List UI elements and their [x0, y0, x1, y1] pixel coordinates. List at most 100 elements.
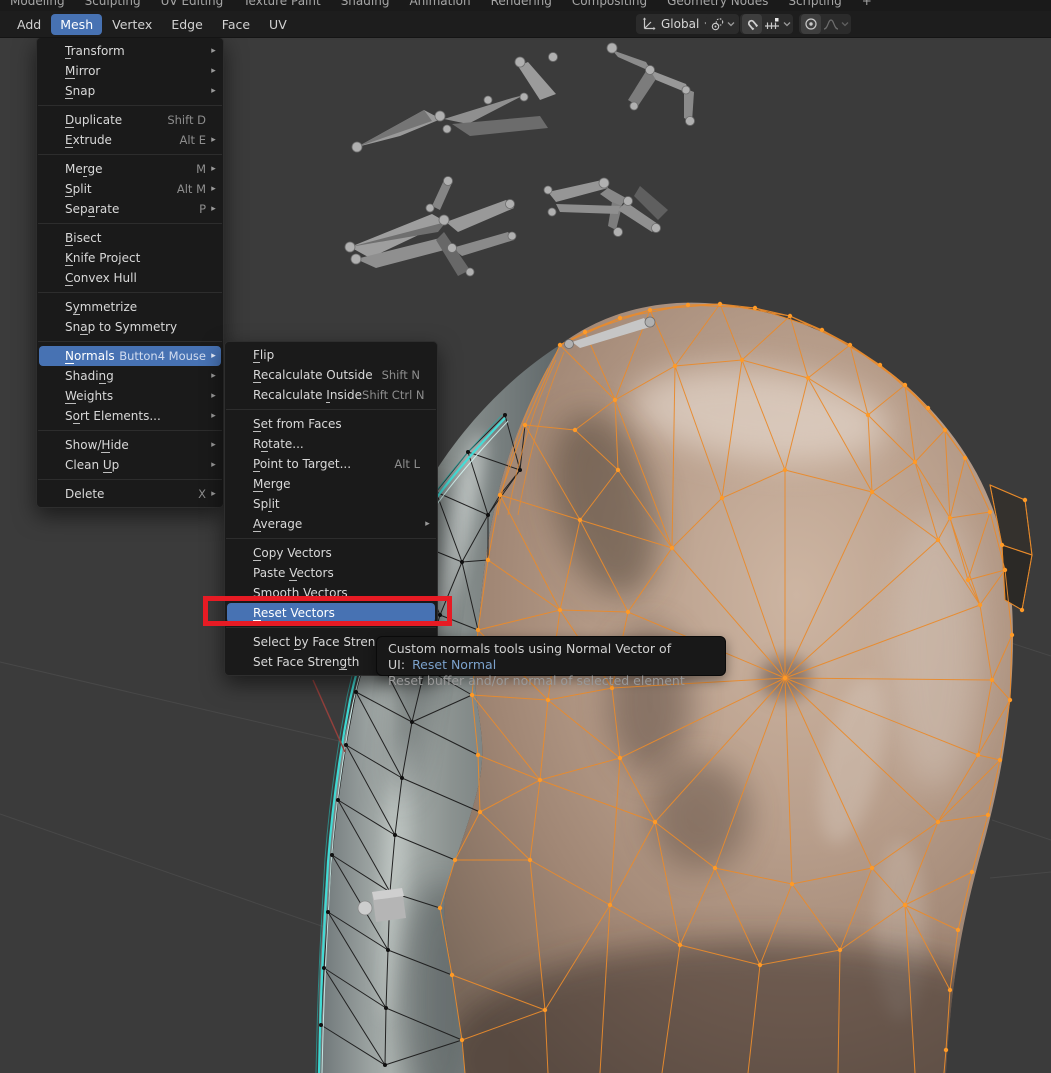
menu-item-label: Split: [65, 182, 92, 196]
menu-item-label: Weights: [65, 389, 113, 403]
viewport-header: AddMeshVertexEdgeFaceUV Global: [0, 11, 1051, 38]
header-menu-mesh[interactable]: Mesh: [51, 14, 102, 35]
submenu-arrow-icon: ▸: [206, 351, 221, 361]
menu-item-merge[interactable]: Merge: [227, 474, 435, 494]
menu-item-label: Flip: [253, 348, 274, 362]
pivot-point-icon: [710, 17, 725, 32]
menu-item-shading[interactable]: Shading▸: [39, 366, 221, 386]
chevron-down-icon: [841, 21, 849, 27]
menu-separator: [38, 219, 222, 228]
tooltip-description: Reset buffer and/or normal of selected e…: [388, 673, 714, 689]
menu-item-copy-vectors[interactable]: Copy Vectors: [227, 543, 435, 563]
menu-separator: [38, 150, 222, 159]
submenu-arrow-icon: ▸: [206, 164, 221, 174]
menu-item-shortcut: M: [196, 162, 206, 176]
menu-item-symmetrize[interactable]: Symmetrize: [39, 297, 221, 317]
menu-item-snap-to-symmetry[interactable]: Snap to Symmetry: [39, 317, 221, 337]
menu-item-duplicate[interactable]: DuplicateShift D: [39, 110, 221, 130]
menu-item-recalculate-outside[interactable]: Recalculate OutsideShift N: [227, 365, 435, 385]
menu-item-separate[interactable]: SeparateP▸: [39, 199, 221, 219]
menu-item-mirror[interactable]: Mirror▸: [39, 61, 221, 81]
menu-item-label: Bisect: [65, 231, 102, 245]
blender-window: Modeling Sculpting UV Editing Texture Paint…: [0, 0, 1051, 1073]
menu-item-normals[interactable]: NormalsButton4 Mouse▸: [39, 346, 221, 366]
menu-item-split[interactable]: SplitAlt M▸: [39, 179, 221, 199]
menu-item-point-to-target[interactable]: Point to Target... Alt L: [227, 454, 435, 474]
workspace-tab-modeling[interactable]: Modeling: [10, 0, 65, 10]
menu-item-merge[interactable]: MergeM▸: [39, 159, 221, 179]
menu-separator: [226, 534, 436, 543]
proportional-falloff-icon: [823, 17, 839, 31]
menu-separator: [38, 426, 222, 435]
snapping-controls[interactable]: [740, 14, 793, 34]
menu-item-recalculate-inside[interactable]: Recalculate InsideShift Ctrl N: [227, 385, 435, 405]
add-workspace-button[interactable]: +: [862, 0, 872, 10]
header-menu-vertex[interactable]: Vertex: [103, 14, 161, 35]
submenu-arrow-icon: ▸: [206, 411, 221, 421]
menu-item-delete[interactable]: DeleteX▸: [39, 484, 221, 504]
menu-separator: [38, 475, 222, 484]
menu-separator: [38, 337, 222, 346]
menu-item-weights[interactable]: Weights▸: [39, 386, 221, 406]
header-menu-face[interactable]: Face: [213, 14, 259, 35]
workspace-tabs: Modeling Sculpting UV Editing Texture Paint…: [0, 0, 1051, 10]
menu-item-flip[interactable]: Flip: [227, 345, 435, 365]
chevron-down-icon: [783, 21, 791, 27]
snap-toggle[interactable]: [742, 14, 762, 34]
menu-item-label: Select by Face Strength: [253, 635, 395, 649]
workspace-tab-texture-paint[interactable]: Texture Paint: [243, 0, 320, 10]
workspace-tab-sculpting[interactable]: Sculpting: [85, 0, 141, 10]
workspace-tab-uv-editing[interactable]: UV Editing: [161, 0, 224, 10]
menu-item-average[interactable]: Average▸: [227, 514, 435, 534]
submenu-arrow-icon: ▸: [206, 489, 221, 499]
header-menu-edge[interactable]: Edge: [162, 14, 211, 35]
menu-item-sort-elements[interactable]: Sort Elements... ▸: [39, 406, 221, 426]
workspace-tab-rendering[interactable]: Rendering: [491, 0, 552, 10]
menu-item-bisect[interactable]: Bisect: [39, 228, 221, 248]
menu-item-shortcut: X: [198, 487, 206, 501]
menu-item-snap[interactable]: Snap ▸: [39, 81, 221, 101]
workspace-tab-compositing[interactable]: Compositing: [572, 0, 647, 10]
header-menu-uv[interactable]: UV: [260, 14, 296, 35]
menu-item-label: Transform: [65, 44, 125, 58]
menu-item-label: Shading: [65, 369, 114, 383]
menu-item-label: Average: [253, 517, 302, 531]
menu-item-label: Snap: [65, 84, 95, 98]
menu-item-label: Paste Vectors: [253, 566, 334, 580]
header-menus: AddMeshVertexEdgeFaceUV: [0, 11, 1051, 37]
workspace-tab-scripting[interactable]: Scripting: [788, 0, 841, 10]
menu-item-shortcut: Alt L: [394, 457, 420, 471]
menu-item-clean-up[interactable]: Clean Up▸: [39, 455, 221, 475]
menu-item-paste-vectors[interactable]: Paste Vectors: [227, 563, 435, 583]
submenu-arrow-icon: ▸: [206, 184, 221, 194]
workspace-tab-geometry-nodes[interactable]: Geometry Nodes: [667, 0, 768, 10]
menu-item-label: Set from Faces: [253, 417, 342, 431]
menu-item-show-hide[interactable]: Show/Hide▸: [39, 435, 221, 455]
workspace-tab-shading[interactable]: Shading: [341, 0, 390, 10]
menu-item-label: Duplicate: [65, 113, 122, 127]
submenu-arrow-icon: ▸: [206, 46, 221, 56]
menu-item-extrude[interactable]: ExtrudeAlt E▸: [39, 130, 221, 150]
proportional-editing-controls[interactable]: [799, 14, 851, 34]
menu-item-convex-hull[interactable]: Convex Hull: [39, 268, 221, 288]
menu-item-split[interactable]: Split: [227, 494, 435, 514]
menu-item-set-from-faces[interactable]: Set from Faces: [227, 414, 435, 434]
menu-item-label: Sort Elements...: [65, 409, 161, 423]
menu-item-transform[interactable]: Transform ▸: [39, 41, 221, 61]
pivot-point-dropdown[interactable]: [706, 14, 739, 34]
menu-item-label: Point to Target...: [253, 457, 351, 471]
proportional-editing-toggle[interactable]: [801, 14, 821, 34]
menu-item-rotate[interactable]: Rotate...: [227, 434, 435, 454]
annotation-red-box: [203, 596, 452, 626]
menu-item-label: Separate: [65, 202, 119, 216]
menu-item-label: Copy Vectors: [253, 546, 332, 560]
menu-item-label: Symmetrize: [65, 300, 137, 314]
menu-item-shortcut: Alt E: [180, 133, 207, 147]
header-menu-add[interactable]: Add: [8, 14, 50, 35]
menu-item-shortcut: P: [199, 202, 206, 216]
menu-item-knife-project[interactable]: Knife Project: [39, 248, 221, 268]
menu-item-label: Clean Up: [65, 458, 119, 472]
workspace-tab-bar: Modeling Sculpting UV Editing Texture Paint…: [0, 0, 1051, 11]
workspace-tab-animation[interactable]: Animation: [409, 0, 470, 10]
submenu-arrow-icon: ▸: [206, 86, 221, 96]
